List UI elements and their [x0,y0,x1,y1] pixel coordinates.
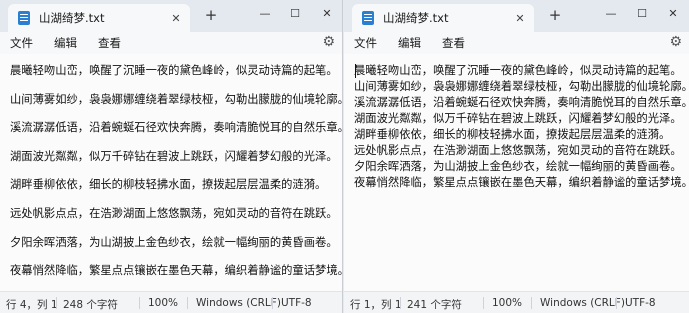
tab-close-icon[interactable]: ✕ [168,12,184,25]
tab-title: 山湖绮梦.txt [39,11,105,25]
menu-file[interactable]: 文件 [10,35,33,51]
text-caret [355,64,356,78]
text-line: 夜幕悄然降临，繁星点点镶嵌在墨色天幕，编织着静谧的童话梦境。 [354,176,689,189]
menu-view[interactable]: 查看 [442,35,465,51]
character-count: 241 个字符 [407,299,462,311]
text-line: 山间薄雾如纱，袅袅娜娜缠绕着翠绿枝桠，勾勒出朦胧的仙境轮廓。 [354,80,689,93]
status-divider [187,297,188,309]
title-bar: 山湖绮梦.txt ✕ + — ☐ ✕ [0,0,342,32]
menu-edit[interactable]: 编辑 [398,35,421,51]
encoding: UTF-8 [625,297,656,309]
notepad-window-right: 山湖绮梦.txt ✕ + — ☐ ✕ 文件 编辑 查看 ⚙ 晨曦轻吻山峦，唤醒了… [344,0,689,313]
text-line: 湖面波光粼粼，似万千碎钻在碧波上跳跃，闪耀着梦幻般的光泽。 [10,149,338,163]
text-line: 湖畔垂柳依依，细长的柳枝轻拂水面，撩拨起层层温柔的涟漪。 [10,178,327,192]
maximize-button[interactable]: ☐ [627,6,657,22]
minimize-button[interactable]: — [250,6,280,22]
status-bar: 行 4，列 1 248 个字符 100% Windows (CRLF) UTF-… [0,291,342,313]
status-divider [272,297,273,309]
file-tab[interactable]: 山湖绮梦.txt ✕ [8,4,190,32]
gear-icon[interactable]: ⚙ [669,34,682,50]
status-divider [56,297,57,309]
new-tab-button[interactable]: + [202,6,220,24]
text-line: 溪流潺潺低语，沿着蜿蜒石径欢快奔腾，奏响清脆悦耳的自然乐章。 [10,121,342,135]
cursor-position: 行 4，列 1 [6,299,58,311]
zoom-level: 100% [492,297,523,309]
text-line: 山间薄雾如纱，袅袅娜娜缠绕着翠绿枝桠，勾勒出朦胧的仙境轮廓。 [10,92,342,106]
menu-view[interactable]: 查看 [98,35,121,51]
text-line: 湖畔垂柳依依，细长的柳枝轻拂水面，撩拨起层层温柔的涟漪。 [354,128,671,141]
encoding: UTF-8 [281,297,312,309]
text-line: 远处帆影点点，在浩渺湖面上悠悠飘荡，宛如灵动的音符在跳跃。 [354,144,682,157]
menu-bar: 文件 编辑 查看 ⚙ [0,32,342,54]
status-divider [616,297,617,309]
screen: 山湖绮梦.txt ✕ + — ☐ ✕ 文件 编辑 查看 ⚙ 晨曦轻吻山峦，唤醒了… [0,0,689,313]
text-line: 溪流潺潺低语，沿着蜿蜒石径欢快奔腾，奏响清脆悦耳的自然乐章。 [354,96,689,109]
text-line: 晨曦轻吻山峦，唤醒了沉睡一夜的黛色峰岭，似灵动诗篇的起笔。 [354,64,682,77]
character-count: 248 个字符 [63,299,118,311]
file-tab[interactable]: 山湖绮梦.txt ✕ [352,4,534,32]
notepad-file-icon [18,11,30,25]
tab-title: 山湖绮梦.txt [383,11,449,25]
zoom-level: 100% [148,297,179,309]
status-divider [139,297,140,309]
text-line: 晨曦轻吻山峦，唤醒了沉睡一夜的黛色峰岭，似灵动诗篇的起笔。 [10,64,338,77]
gear-icon[interactable]: ⚙ [322,34,335,50]
cursor-position: 行 1，列 1 [350,299,402,311]
menu-bar: 文件 编辑 查看 ⚙ [344,32,689,54]
menu-edit[interactable]: 编辑 [54,35,77,51]
text-editor[interactable]: 晨曦轻吻山峦，唤醒了沉睡一夜的黛色峰岭，似灵动诗篇的起笔。 山间薄雾如纱，袅袅娜… [0,54,342,291]
new-tab-button[interactable]: + [546,6,564,24]
text-editor[interactable]: 晨曦轻吻山峦，唤醒了沉睡一夜的黛色峰岭，似灵动诗篇的起笔。 山间薄雾如纱，袅袅娜… [344,54,689,291]
close-window-button[interactable]: ✕ [658,6,688,22]
notepad-window-left: 山湖绮梦.txt ✕ + — ☐ ✕ 文件 编辑 查看 ⚙ 晨曦轻吻山峦，唤醒了… [0,0,343,313]
status-bar: 行 1，列 1 241 个字符 100% Windows (CRLF) UTF-… [344,291,689,313]
status-divider [483,297,484,309]
title-bar: 山湖绮梦.txt ✕ + — ☐ ✕ [344,0,689,32]
text-line: 夕阳余晖洒落，为山湖披上金色纱衣，绘就一幅绚丽的黄昏画卷。 [354,160,682,173]
status-divider [531,297,532,309]
minimize-button[interactable]: — [596,6,626,22]
text-line: 湖面波光粼粼，似万千碎钻在碧波上跳跃，闪耀着梦幻般的光泽。 [354,112,682,125]
notepad-file-icon [362,11,374,25]
text-line: 远处帆影点点，在浩渺湖面上悠悠飘荡，宛如灵动的音符在跳跃。 [10,206,338,220]
maximize-button[interactable]: ☐ [280,6,310,22]
close-window-button[interactable]: ✕ [312,6,342,22]
tab-close-icon[interactable]: ✕ [512,12,528,25]
text-line: 夜幕悄然降临，繁星点点镶嵌在墨色天幕，编织着静谧的童话梦境。 [10,264,342,278]
text-line: 夕阳余晖洒落，为山湖披上金色纱衣，绘就一幅绚丽的黄昏画卷。 [10,235,338,249]
line-ending: Windows (CRLF) [196,297,281,309]
status-divider [400,297,401,309]
line-ending: Windows (CRLF) [540,297,625,309]
menu-file[interactable]: 文件 [354,35,377,51]
